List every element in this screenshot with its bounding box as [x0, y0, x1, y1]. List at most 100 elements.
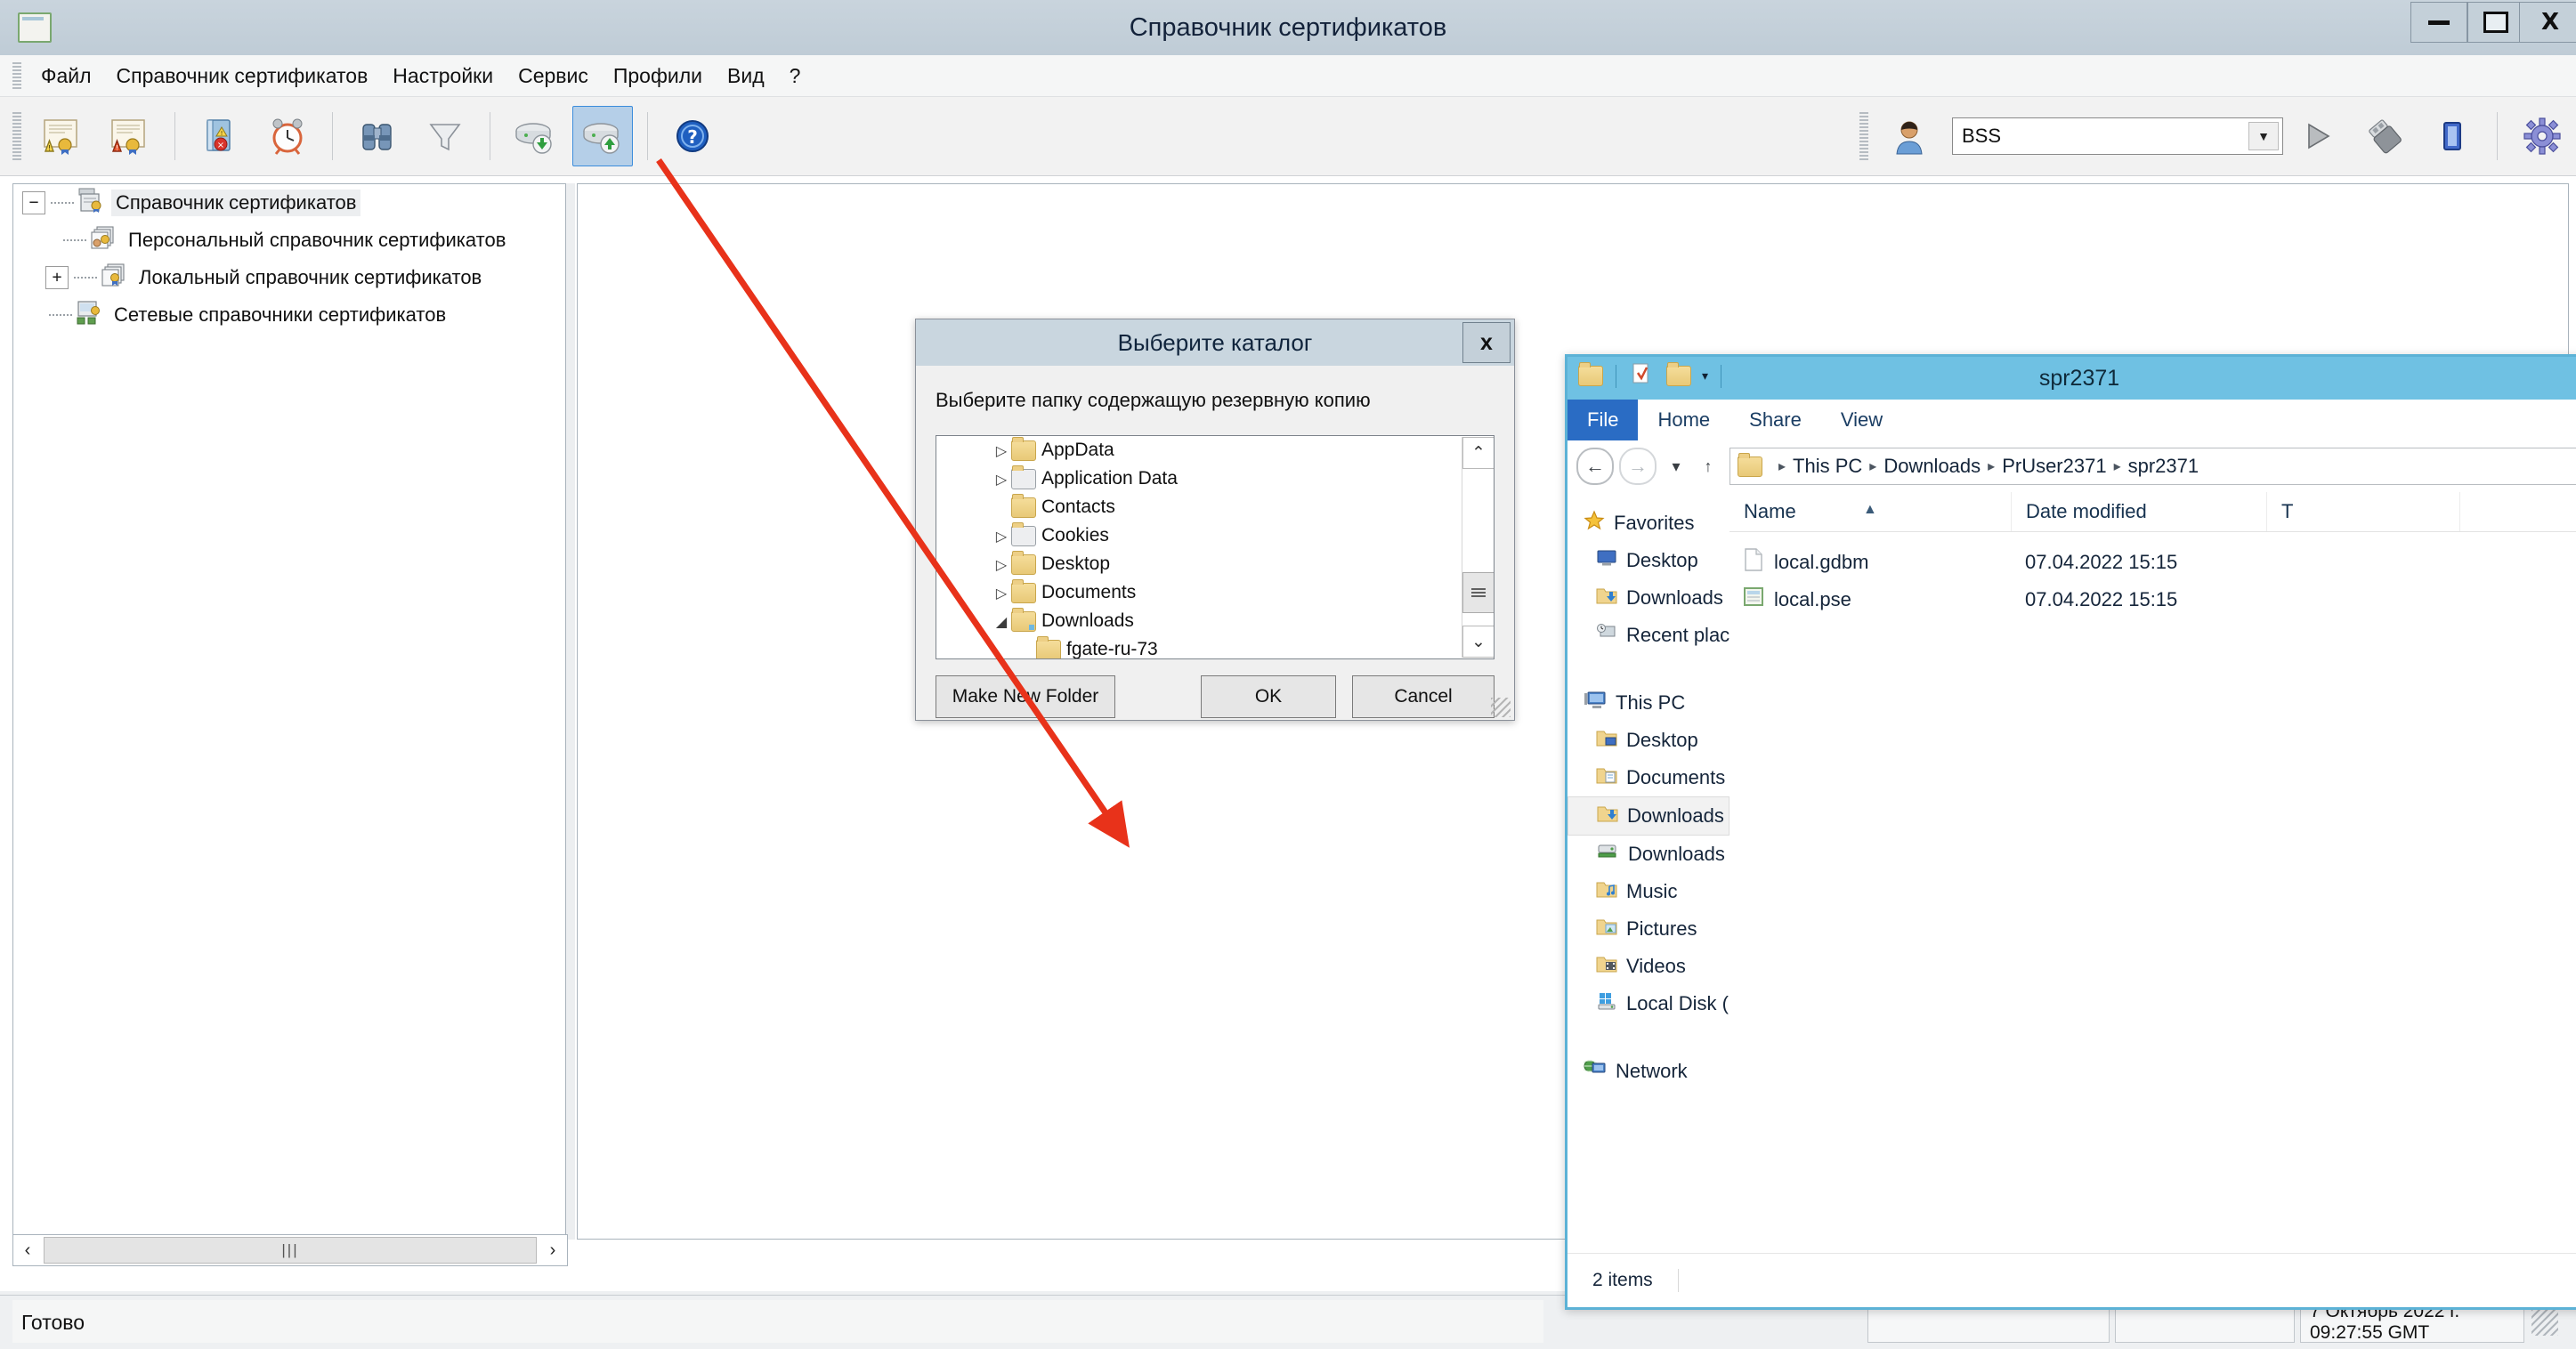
dir-row-fgate-ru-73[interactable]: fgate-ru-73 — [936, 635, 1462, 658]
stop-icon[interactable] — [2422, 106, 2483, 166]
forward-button[interactable]: → — [1619, 448, 1657, 485]
dialog-close-button[interactable]: x — [1462, 322, 1511, 363]
menu-item-cert-dir[interactable]: Справочник сертификатов — [104, 61, 381, 92]
toolbar-drag-grip-2[interactable] — [1859, 112, 1868, 160]
breadcrumb-item-spr2371[interactable]: spr2371 — [2128, 455, 2199, 478]
dir-row-application-data[interactable]: ▷ Application Data — [936, 464, 1462, 493]
scroll-right-icon[interactable]: › — [539, 1236, 567, 1264]
menu-item-view[interactable]: Вид — [715, 61, 777, 92]
menu-item-service[interactable]: Сервис — [506, 61, 601, 92]
nav-item-recent-places[interactable]: Recent places — [1567, 617, 1750, 654]
chevron-right-icon[interactable]: ▷ — [992, 442, 1011, 459]
expander-plus-icon[interactable]: + — [45, 266, 69, 289]
menu-item-file[interactable]: Файл — [28, 61, 104, 92]
nav-item-videos[interactable]: Videos — [1567, 948, 1729, 985]
dir-row-desktop[interactable]: ▷ Desktop — [936, 550, 1462, 578]
scroll-down-icon[interactable]: ⌄ — [1462, 626, 1494, 658]
scroll-thumb[interactable] — [1462, 572, 1494, 613]
file-row[interactable]: local.gdbm 07.04.2022 15:15 — [1729, 544, 2576, 581]
usb-token-icon[interactable] — [2354, 106, 2415, 166]
nav-item-downloads[interactable]: Downloads — [1567, 796, 1729, 836]
user-avatar-icon[interactable] — [1879, 106, 1940, 166]
nav-item-desktop[interactable]: Desktop — [1567, 722, 1729, 759]
dir-row-contacts[interactable]: Contacts — [936, 493, 1462, 521]
chevron-down-icon[interactable]: ▼ — [2248, 122, 2279, 150]
nav-item-desktop-fav[interactable]: Desktop — [1567, 542, 1729, 579]
up-button[interactable]: ↑ — [1696, 457, 1721, 476]
nav-item-favorites[interactable]: Favorites — [1567, 505, 1729, 542]
dialog-resize-grip-icon[interactable] — [1491, 698, 1511, 717]
recent-locations-button[interactable]: ▾ — [1664, 457, 1689, 476]
column-header-date-modified[interactable]: Date modified — [2012, 492, 2267, 531]
nav-item-downloads-on-macbook[interactable]: Downloads on MacB — [1567, 836, 1808, 873]
tree-node-local-cert-directory[interactable]: + Локальный справочник сертификатов — [13, 259, 565, 296]
binoculars-icon[interactable] — [347, 106, 408, 166]
chevron-right-icon[interactable]: ▷ — [992, 585, 1011, 602]
make-new-folder-button[interactable]: Make New Folder — [936, 675, 1115, 718]
file-row[interactable]: local.pse 07.04.2022 15:15 — [1729, 581, 2576, 618]
directory-tree-scrollbar[interactable]: ⌃ ⌄ — [1462, 437, 1494, 658]
scroll-left-icon[interactable]: ‹ — [13, 1236, 42, 1264]
cancel-button[interactable]: Cancel — [1352, 675, 1495, 718]
funnel-filter-icon[interactable] — [415, 106, 475, 166]
nav-item-pictures[interactable]: Pictures — [1567, 910, 1729, 948]
help-icon[interactable]: ? — [662, 106, 723, 166]
tab-home[interactable]: Home — [1638, 400, 1729, 440]
dir-row-cookies[interactable]: ▷ Cookies — [936, 521, 1462, 550]
breadcrumb-item-pruser2371[interactable]: PrUser2371 — [2002, 455, 2106, 478]
backup-restore-icon[interactable] — [572, 106, 633, 166]
tab-view[interactable]: View — [1821, 400, 1902, 440]
nav-item-downloads-fav[interactable]: Downloads — [1567, 579, 1729, 617]
breadcrumb-item-this-pc[interactable]: This PC — [1793, 455, 1862, 478]
tree-node-network-cert-directories[interactable]: Сетевые справочники сертификатов — [13, 296, 565, 334]
breadcrumb-item-downloads[interactable]: Downloads — [1883, 455, 1981, 478]
tree-node-cert-directory[interactable]: − Справочник сертификатов — [13, 184, 565, 222]
chevron-right-icon[interactable]: ▷ — [992, 471, 1011, 488]
column-header-type[interactable]: T — [2267, 492, 2460, 531]
chevron-down-icon[interactable]: ◢ — [992, 613, 1011, 630]
dir-row-documents[interactable]: ▷ Documents — [936, 578, 1462, 607]
backup-save-icon[interactable] — [505, 106, 565, 166]
back-button[interactable]: ← — [1576, 448, 1614, 485]
nav-item-music[interactable]: Music — [1567, 873, 1729, 910]
file-list[interactable]: Name ▲ Date modified T local.gdbm 07.04.… — [1729, 492, 2576, 1254]
scroll-up-icon[interactable]: ⌃ — [1462, 437, 1494, 469]
menu-drag-grip[interactable] — [12, 62, 21, 89]
nav-item-this-pc[interactable]: This PC — [1567, 684, 1729, 722]
chevron-right-icon[interactable]: ▷ — [992, 528, 1011, 545]
column-header-name[interactable]: Name ▲ — [1729, 492, 2012, 531]
certificate-tree-panel[interactable]: − Справочник сертификатов Персональный с… — [12, 183, 566, 1240]
resize-grip-icon[interactable] — [2531, 1309, 2558, 1336]
tab-share[interactable]: Share — [1729, 400, 1821, 440]
play-icon[interactable] — [2287, 106, 2347, 166]
breadcrumb[interactable]: ▸ This PC ▸ Downloads ▸ PrUser2371 ▸ spr… — [1729, 448, 2576, 485]
maximize-button[interactable] — [2467, 2, 2524, 43]
menu-item-help[interactable]: ? — [777, 61, 814, 92]
settings-gear-icon[interactable] — [2512, 106, 2572, 166]
dir-row-appdata[interactable]: ▷ AppData — [936, 436, 1462, 464]
cert-error-icon[interactable]: ! — [100, 106, 160, 166]
ok-button[interactable]: OK — [1201, 675, 1336, 718]
dir-row-downloads[interactable]: ◢ Downloads — [936, 607, 1462, 635]
expander-minus-icon[interactable]: − — [22, 191, 45, 214]
tab-file[interactable]: File — [1567, 400, 1639, 440]
journal-error-icon[interactable]: ! × — [190, 106, 250, 166]
tree-node-personal-cert-directory[interactable]: Персональный справочник сертификатов — [13, 222, 565, 259]
tree-horizontal-scrollbar[interactable]: ‹ ||| › — [12, 1234, 568, 1266]
scroll-thumb[interactable]: ||| — [44, 1237, 537, 1264]
clock-icon[interactable] — [257, 106, 318, 166]
menu-item-profiles[interactable]: Профили — [601, 61, 715, 92]
close-button[interactable]: X — [2519, 2, 2576, 43]
nav-item-local-disk-c[interactable]: Local Disk (C:) — [1567, 985, 1754, 1022]
minimize-button[interactable] — [2410, 2, 2467, 43]
toolbar-drag-grip[interactable] — [12, 112, 21, 160]
profile-select[interactable]: BSS ▼ — [1952, 117, 2283, 155]
chevron-right-icon[interactable]: ▷ — [992, 556, 1011, 573]
nav-item-network[interactable]: Network — [1567, 1053, 1729, 1090]
menu-item-settings[interactable]: Настройки — [380, 61, 506, 92]
directory-tree[interactable]: ▷ AppData ▷ Application Data Contacts ▷ … — [936, 435, 1495, 659]
nav-item-documents[interactable]: Documents — [1567, 759, 1729, 796]
navigation-pane[interactable]: Favorites Desktop Downloads Recent place… — [1567, 492, 1808, 1254]
cert-warning-icon[interactable]: ! — [32, 106, 93, 166]
panel-splitter[interactable] — [566, 183, 575, 1240]
